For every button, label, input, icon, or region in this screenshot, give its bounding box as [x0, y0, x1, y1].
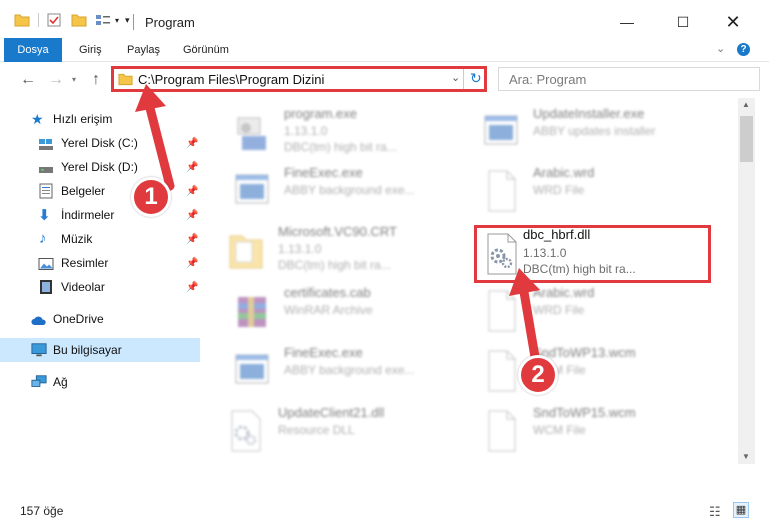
annotation-arrows: [135, 84, 540, 362]
step-badge-1: 1: [131, 177, 171, 217]
step-badge-2: 2: [518, 355, 558, 395]
